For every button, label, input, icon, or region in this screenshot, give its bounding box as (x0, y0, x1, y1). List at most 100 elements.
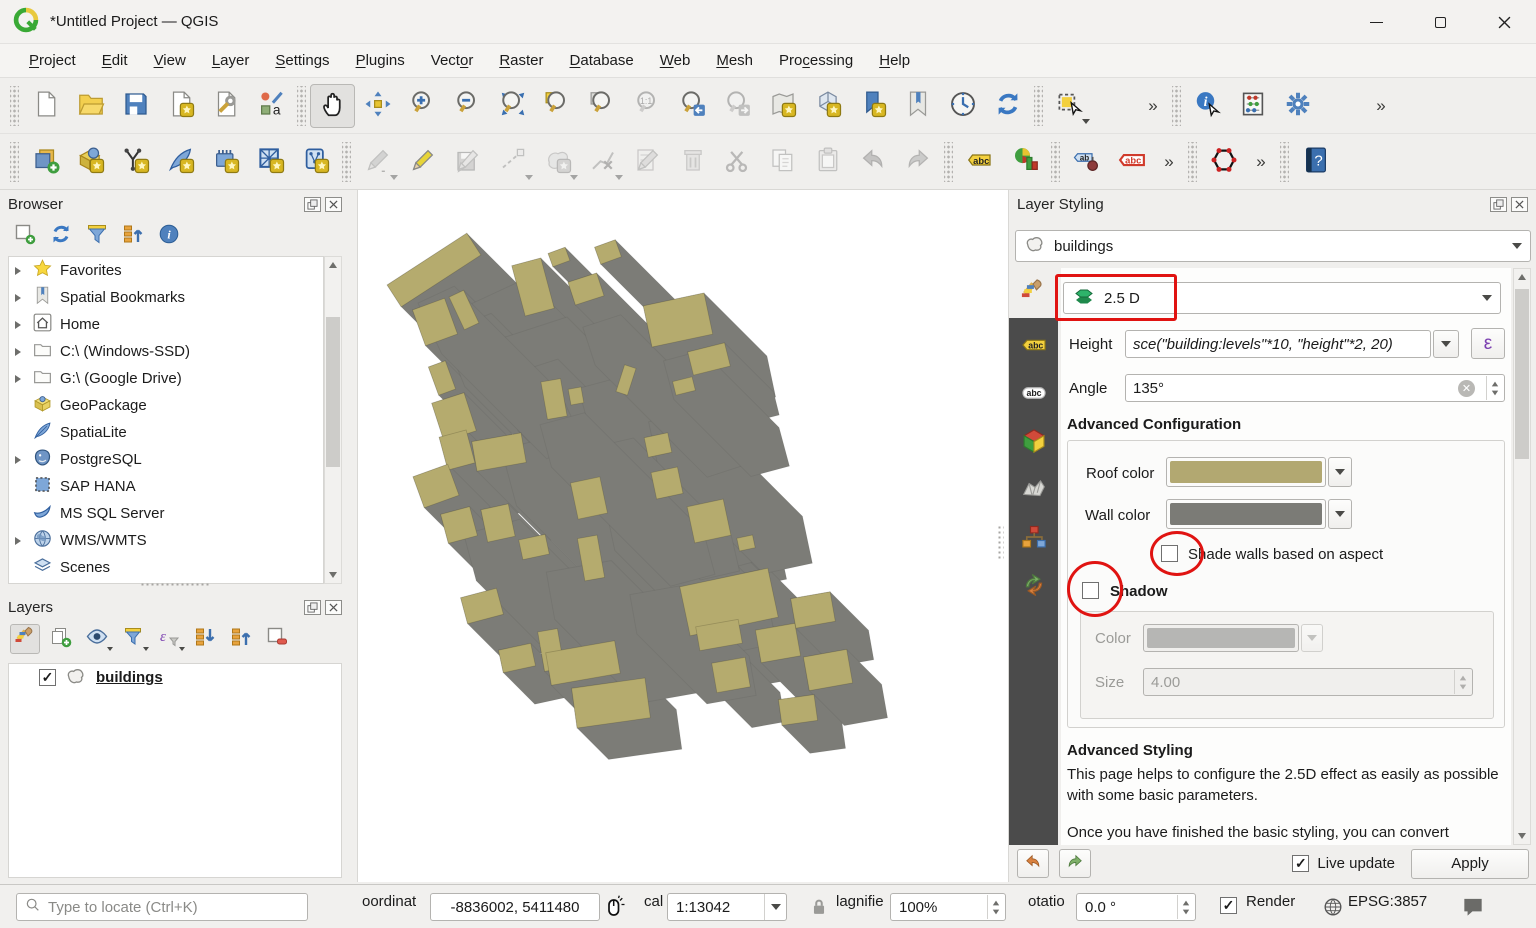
browser-item-wms-wmts[interactable]: WMS/WMTS (9, 527, 323, 554)
diagrams-tab[interactable] (1017, 522, 1051, 556)
redo-button[interactable] (895, 140, 940, 184)
zoom-full-button[interactable] (490, 84, 535, 128)
toolbar-separator[interactable] (297, 86, 306, 126)
layer-labeling-button[interactable]: abc (957, 140, 1002, 184)
browser-scrollbar[interactable] (324, 256, 342, 584)
refresh-button[interactable] (985, 84, 1030, 128)
toolbar-separator[interactable] (1051, 142, 1060, 182)
layers-close-button[interactable] (325, 600, 342, 615)
collapse-all2-button[interactable] (226, 624, 256, 654)
menu-help[interactable]: Help (866, 48, 923, 73)
filter-legend-button[interactable] (118, 624, 148, 654)
angle-spinner[interactable] (1486, 376, 1503, 400)
toolbar-separator[interactable] (1188, 142, 1197, 182)
browser-item-spatialite[interactable]: SpatiaLite (9, 419, 323, 446)
new-project-button[interactable] (23, 84, 68, 128)
highlight-labels-button[interactable]: abc (1109, 140, 1154, 184)
help-button[interactable]: ? (1293, 140, 1338, 184)
browser-item-g-google-drive-[interactable]: G:\ (Google Drive) (9, 365, 323, 392)
crs-globe-icon[interactable] (1322, 896, 1344, 922)
expand-arrow-icon[interactable] (15, 321, 21, 329)
wall-color-swatch[interactable] (1166, 499, 1326, 529)
new-pointcloud-layer-button[interactable] (293, 140, 338, 184)
digitize-button[interactable] (490, 140, 535, 184)
magnifier-spinner[interactable] (987, 895, 1004, 919)
browser-item-ms-sql-server[interactable]: MS SQL Server (9, 500, 323, 527)
styling-undo-button[interactable] (1017, 849, 1049, 878)
toolbar-separator[interactable] (10, 142, 19, 182)
save-project-button[interactable] (113, 84, 158, 128)
new-virtual-layer-button[interactable] (248, 140, 293, 184)
coordinate-input[interactable]: -8836002, 5411480 (430, 893, 600, 921)
save-edits-button[interactable] (445, 140, 490, 184)
toolbar-separator[interactable] (944, 142, 953, 182)
identify-features-button[interactable]: i (1185, 84, 1230, 128)
expand-arrow-icon[interactable] (15, 537, 21, 545)
open-styling-button[interactable] (10, 624, 40, 654)
toolbar-overflow-button[interactable]: » (1366, 96, 1396, 116)
current-edits-button[interactable] (355, 140, 400, 184)
scale-combo[interactable]: 1:13042 (667, 893, 787, 921)
styling-layer-combo[interactable]: buildings (1015, 230, 1531, 262)
data-source-manager-button[interactable] (23, 140, 68, 184)
pan-to-selection-button[interactable] (355, 84, 400, 128)
live-update-checkbox[interactable]: ✓ (1292, 855, 1309, 872)
copy-features-button[interactable] (760, 140, 805, 184)
magnifier-spinbox[interactable]: 100% (890, 893, 1006, 921)
new-spatialite-layer-button[interactable] (158, 140, 203, 184)
toolbar-overflow-button[interactable]: » (1154, 152, 1184, 172)
browser-item-geopackage[interactable]: GeoPackage (9, 392, 323, 419)
toolbar-separator[interactable] (1280, 142, 1289, 182)
layers-float-button[interactable] (304, 600, 321, 615)
toolbar-separator[interactable] (1172, 86, 1181, 126)
history-tab[interactable] (1017, 570, 1051, 604)
new-spatial-bookmark-button[interactable] (850, 84, 895, 128)
height-input[interactable]: sce("building:levels"*10, "height"*2, 20… (1125, 330, 1431, 358)
lock-scale-icon[interactable] (808, 896, 830, 922)
collapse-all-button[interactable] (118, 221, 148, 251)
layer-item-buildings[interactable]: ✓ buildings (9, 664, 341, 691)
layer-name[interactable]: buildings (96, 669, 163, 686)
shade-walls-checkbox[interactable] (1161, 545, 1178, 562)
rotation-spinner[interactable] (1177, 895, 1194, 919)
browser-float-button[interactable] (304, 197, 321, 212)
styling-float-button[interactable] (1490, 197, 1507, 212)
menu-mesh[interactable]: Mesh (703, 48, 766, 73)
height-expression-button[interactable]: ε (1471, 328, 1505, 359)
shape-digitizing-button[interactable] (535, 140, 580, 184)
refresh-button[interactable] (46, 221, 76, 251)
undo-button[interactable] (850, 140, 895, 184)
filter-browser-button[interactable] (82, 221, 112, 251)
layer-visibility-checkbox[interactable]: ✓ (39, 669, 56, 686)
filter-expression-button[interactable]: ε (154, 624, 184, 654)
add-selected-layers-button[interactable] (10, 221, 40, 251)
expand-arrow-icon[interactable] (15, 348, 21, 356)
modify-attributes-button[interactable] (625, 140, 670, 184)
panel-splitter-handle[interactable] (140, 582, 210, 588)
annotation-polygon-button[interactable] (1201, 140, 1246, 184)
messages-icon[interactable] (1460, 894, 1486, 924)
menu-view[interactable]: View (141, 48, 199, 73)
roof-color-swatch[interactable] (1166, 457, 1326, 487)
select-features-button[interactable] (1047, 84, 1092, 128)
menu-edit[interactable]: Edit (89, 48, 141, 73)
map-themes-button[interactable] (82, 624, 112, 654)
toggle-editing-button[interactable] (400, 140, 445, 184)
pin-labels-button[interactable]: ab (1064, 140, 1109, 184)
shadow-checkbox[interactable] (1082, 582, 1099, 599)
new-3d-map-view-button[interactable] (805, 84, 850, 128)
wall-color-dropdown[interactable] (1328, 499, 1352, 529)
expand-arrow-icon[interactable] (15, 375, 21, 383)
processing-toolbox-button[interactable] (1275, 84, 1320, 128)
menu-plugins[interactable]: Plugins (343, 48, 418, 73)
temporal-controller-button[interactable] (940, 84, 985, 128)
browser-item-c-windows-ssd-[interactable]: C:\ (Windows-SSD) (9, 338, 323, 365)
toolbar-separator[interactable] (1034, 86, 1043, 126)
browser-item-spatial-bookmarks[interactable]: Spatial Bookmarks (9, 284, 323, 311)
zoom-native-button[interactable]: 1:1 (625, 84, 670, 128)
roof-color-dropdown[interactable] (1328, 457, 1352, 487)
menu-layer[interactable]: Layer (199, 48, 263, 73)
locate-input[interactable]: Type to locate (Ctrl+K) (16, 893, 308, 921)
statistical-summary-button[interactable] (1230, 84, 1275, 128)
delete-selected-button[interactable] (670, 140, 715, 184)
